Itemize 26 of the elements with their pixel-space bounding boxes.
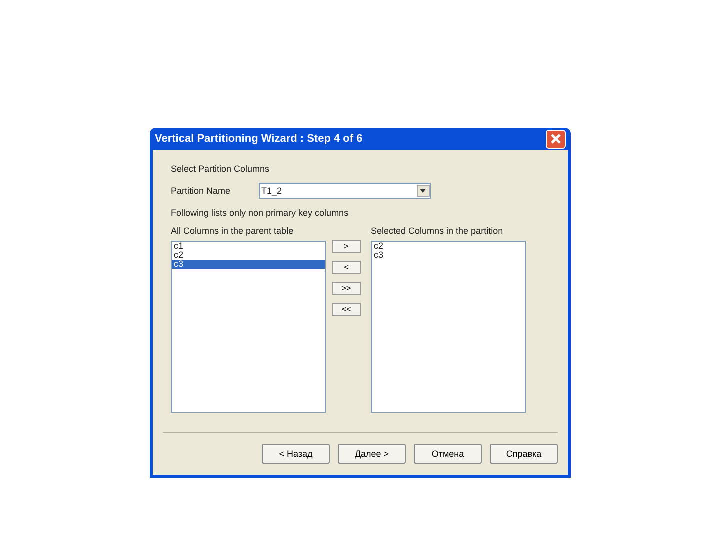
list-label: All Columns in the parent table xyxy=(171,226,295,236)
wizard-button[interactable]: Справка xyxy=(490,444,558,464)
parent-column-item[interactable]: c2 xyxy=(172,251,325,260)
window-title: Vertical Partitioning Wizard : Step 4 of 6 xyxy=(155,133,363,145)
move-button[interactable]: >> xyxy=(332,282,361,295)
partition-column-item[interactable]: c2 xyxy=(372,242,525,251)
wizard-button[interactable]: < Назад xyxy=(262,444,330,464)
close-button[interactable] xyxy=(546,130,566,148)
close-icon xyxy=(550,133,562,145)
info-text: Following lists only non primary key columns xyxy=(171,208,349,218)
move-button[interactable]: > xyxy=(332,240,361,253)
field-label: Partition Name xyxy=(171,186,231,196)
partition-name-dropdown[interactable]: T1_2 xyxy=(258,183,431,199)
move-button[interactable]: << xyxy=(332,303,361,316)
parent-column-item[interactable]: c1 xyxy=(172,242,325,251)
move-button[interactable]: < xyxy=(332,261,361,274)
list-label: Selected Columns in the partition xyxy=(371,226,504,236)
caret-icon xyxy=(420,189,426,193)
wizard-button[interactable]: Далее > xyxy=(338,444,406,464)
section-heading: Select Partition Columns xyxy=(171,164,271,174)
wizard-button[interactable]: Отмена xyxy=(414,444,482,464)
dropdown-button[interactable] xyxy=(416,185,430,197)
parent-column-item[interactable]: c3 xyxy=(172,260,325,269)
partition-columns-list[interactable]: c2 c3 xyxy=(371,241,526,413)
partition-column-item[interactable]: c3 xyxy=(372,251,525,260)
parent-columns-list[interactable]: c1 c2 c3 xyxy=(171,241,326,413)
